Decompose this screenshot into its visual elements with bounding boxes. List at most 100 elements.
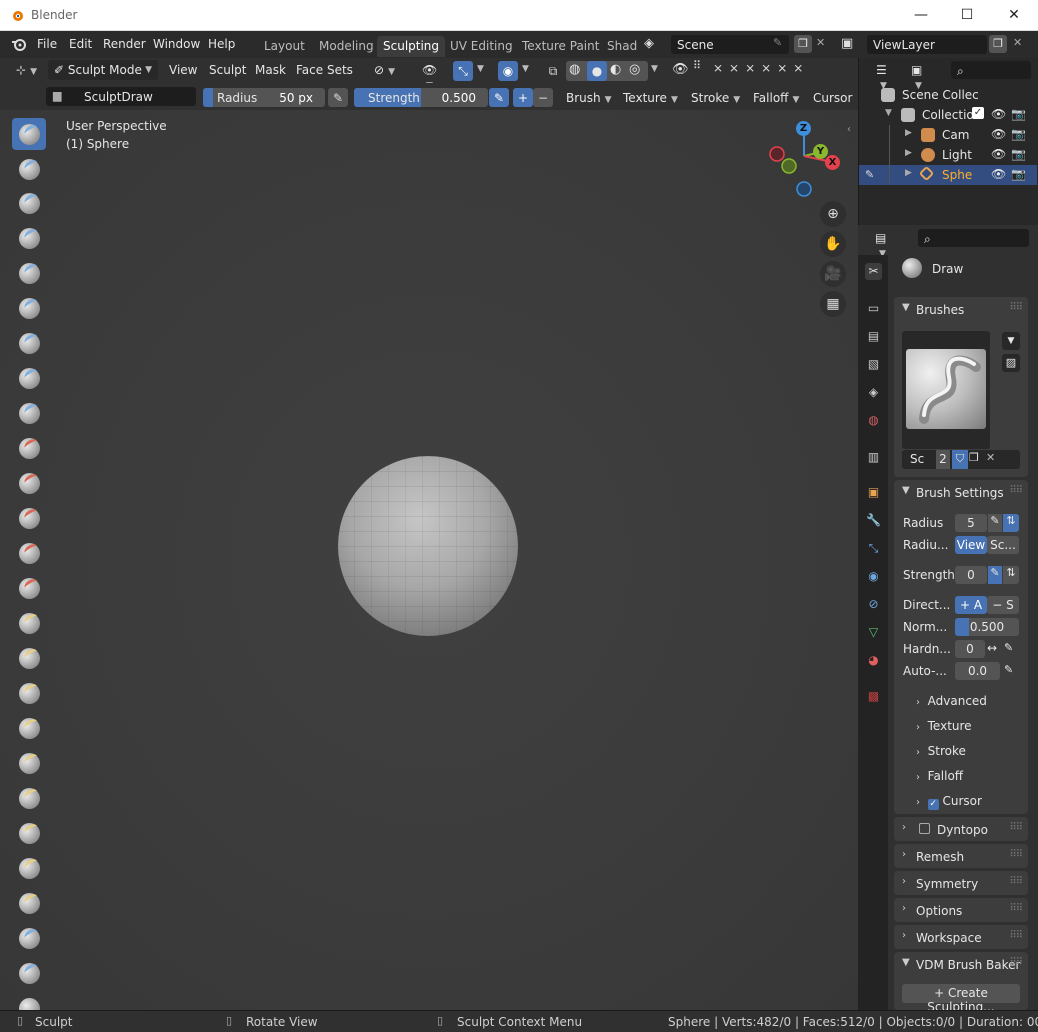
brushes-panel-header[interactable]: ▼ Brushes ⠿⠿ (894, 297, 1028, 322)
tab-uv-editing[interactable]: UV Editing (444, 36, 519, 57)
menu-sculpt[interactable]: Sculpt (209, 63, 246, 77)
brush-user-count[interactable]: 2 (936, 450, 950, 469)
tab-modeling[interactable]: Modeling (313, 36, 380, 57)
camera-render-icon[interactable]: 📷 (1011, 107, 1026, 121)
outliner-row-light[interactable]: ▶ Light 👁 📷 (859, 145, 1037, 165)
tab-layout[interactable]: Layout (258, 36, 311, 57)
remesh-panel[interactable]: › Remesh ⠿⠿ (894, 844, 1028, 868)
show-overlay-eye-icon[interactable]: 👁 (672, 62, 689, 77)
dyntopo-panel[interactable]: › Dyntopo ⠿⠿ (894, 817, 1028, 841)
tool-draw-sharp[interactable] (12, 153, 46, 185)
radius-prop-field[interactable]: 5 (955, 514, 987, 532)
world-tab-icon[interactable]: ◍ (865, 412, 882, 429)
transform-orientation-dropdown[interactable]: ⊘ ▼ (368, 60, 402, 80)
mask-filter-icon[interactable]: ⠿ (693, 60, 701, 71)
brush-user-name[interactable]: Sc (910, 452, 924, 466)
dyntopo-checkbox[interactable] (919, 823, 930, 834)
tool-crease[interactable] (12, 397, 46, 429)
tool-clay-thumb[interactable] (12, 257, 46, 289)
wireframe-shading-icon[interactable]: ◍ (569, 62, 580, 77)
shading-dropdown-icon[interactable]: ▼ (651, 64, 658, 74)
tool-pinch[interactable] (12, 607, 46, 639)
texture-tab-icon[interactable]: ▩ (865, 688, 882, 705)
tool-layer[interactable] (12, 292, 46, 324)
particles-tab-icon[interactable]: ⤡ (865, 540, 882, 557)
direction-subtract-toggle[interactable]: − S (987, 596, 1019, 614)
brush-dropdown[interactable]: Brush ▼ (560, 88, 618, 108)
direction-add-toggle[interactable]: + A (955, 596, 987, 614)
menu-mask[interactable]: Mask (255, 63, 286, 77)
close-window-button[interactable]: ✕ (991, 0, 1037, 31)
view-layer-tab-icon[interactable]: ▧ (865, 356, 882, 373)
symmetry-panel[interactable]: › Symmetry ⠿⠿ (894, 871, 1028, 895)
normal-radius-slider[interactable]: 0.500 (955, 618, 1019, 636)
strength-prop-field[interactable]: 0 (955, 566, 987, 584)
unlink-brush-icon[interactable]: ✕ (986, 451, 995, 464)
data-tab-icon[interactable]: ▽ (865, 624, 882, 641)
subpanel-texture[interactable]: › Texture (916, 719, 972, 733)
xray-toggle-icon[interactable]: ⧉ (543, 61, 563, 81)
menu-view[interactable]: View (169, 63, 197, 77)
edit-mode-icon[interactable]: ✎ (865, 168, 874, 181)
pin-icon[interactable]: ✎ (773, 36, 782, 49)
eye-icon[interactable]: 👁 (991, 147, 1006, 161)
tab-sculpting[interactable]: Sculpting (377, 36, 446, 57)
tab-texture-paint[interactable]: Texture Paint (516, 36, 605, 57)
strength-slider[interactable]: Strength 0.500 (354, 88, 488, 107)
tool-draw[interactable] (12, 118, 46, 150)
tool-cloth[interactable] (12, 957, 46, 989)
new-scene-icon[interactable]: ❐ (794, 35, 812, 53)
tool-smooth[interactable] (12, 432, 46, 464)
modifier-tab-icon[interactable]: 🔧 (865, 512, 882, 529)
overlay-dropdown-icon[interactable]: ▼ (522, 64, 529, 74)
zoom-icon[interactable]: ⊕ (820, 201, 846, 227)
eye-icon[interactable]: 👁 (991, 127, 1006, 141)
properties-search[interactable]: ⌕ (918, 229, 1029, 247)
brush-preview-box[interactable] (902, 331, 990, 449)
hardness-invert-icon[interactable]: ↔ (987, 641, 997, 655)
cursor-checkbox[interactable]: ✓ (927, 799, 939, 810)
vdm-panel-header[interactable]: ▼ VDM Brush Baker ⠿⠿ (894, 952, 1028, 977)
material-shading-icon[interactable]: ◐ (610, 62, 621, 77)
render-tab-icon[interactable]: ▭ (865, 300, 882, 317)
menu-render[interactable]: Render (103, 37, 146, 51)
cursor-dropdown[interactable]: Cursor▼ (807, 88, 858, 119)
sidebar-toggle-icon[interactable]: ‹ (847, 124, 851, 135)
workspace-panel[interactable]: › Workspace ⠿⠿ (894, 925, 1028, 949)
scene-field[interactable]: Scene (671, 35, 789, 54)
tool-elastic-deform[interactable] (12, 677, 46, 709)
solid-shading-icon[interactable]: ● (587, 61, 607, 81)
editor-type-dropdown[interactable]: ⊹ ▼ (10, 60, 44, 80)
tool-scrape[interactable] (12, 537, 46, 569)
radius-slider[interactable]: Radius 50 px (203, 88, 325, 107)
tool-rotate[interactable] (12, 852, 46, 884)
tool-boundary[interactable] (12, 922, 46, 954)
menu-face-sets[interactable]: Face Sets (296, 63, 353, 77)
outliner-search[interactable]: ⌕ (951, 61, 1031, 79)
tool-tab-icon[interactable]: ✂ (865, 263, 882, 280)
gizmo-toggle-icon[interactable]: ⤡ (453, 61, 473, 81)
maximize-button[interactable]: ☐ (944, 0, 990, 31)
rendered-shading-icon[interactable]: ◎ (629, 62, 640, 77)
autosmooth-field[interactable]: 0.0 (955, 662, 1000, 680)
overlay-toggle-icon[interactable]: ◉ (498, 61, 518, 81)
eye-icon[interactable]: 👁 (991, 167, 1006, 181)
strength-pressure-toggle-icon[interactable]: ✎ (988, 566, 1002, 584)
tool-snake-hook[interactable] (12, 712, 46, 744)
constraints-tab-icon[interactable]: ⊘ (865, 596, 882, 613)
tool-pose[interactable] (12, 782, 46, 814)
hardness-pressure-icon[interactable]: ✎ (1004, 641, 1013, 654)
sphere-mesh[interactable] (338, 456, 518, 636)
new-viewlayer-icon[interactable]: ❐ (989, 35, 1007, 53)
falloff-dropdown[interactable]: Falloff ▼ (747, 88, 805, 108)
outliner-row-camera[interactable]: ▶ Cam 👁 📷 (859, 125, 1037, 145)
blender-menu-icon[interactable] (11, 37, 27, 51)
tool-flatten[interactable] (12, 467, 46, 499)
outliner-editor-type[interactable]: ☰▼ (870, 60, 902, 91)
gizmo-z-axis[interactable]: Z (796, 121, 811, 136)
tool-slide-relax[interactable] (12, 887, 46, 919)
brush-list-dropdown-icon[interactable]: ▼ (1002, 332, 1020, 350)
stroke-dropdown[interactable]: Stroke ▼ (685, 88, 746, 108)
perspective-toggle-icon[interactable]: ▦ (820, 291, 846, 317)
brush-image-icon[interactable]: ▨ (1002, 354, 1020, 372)
